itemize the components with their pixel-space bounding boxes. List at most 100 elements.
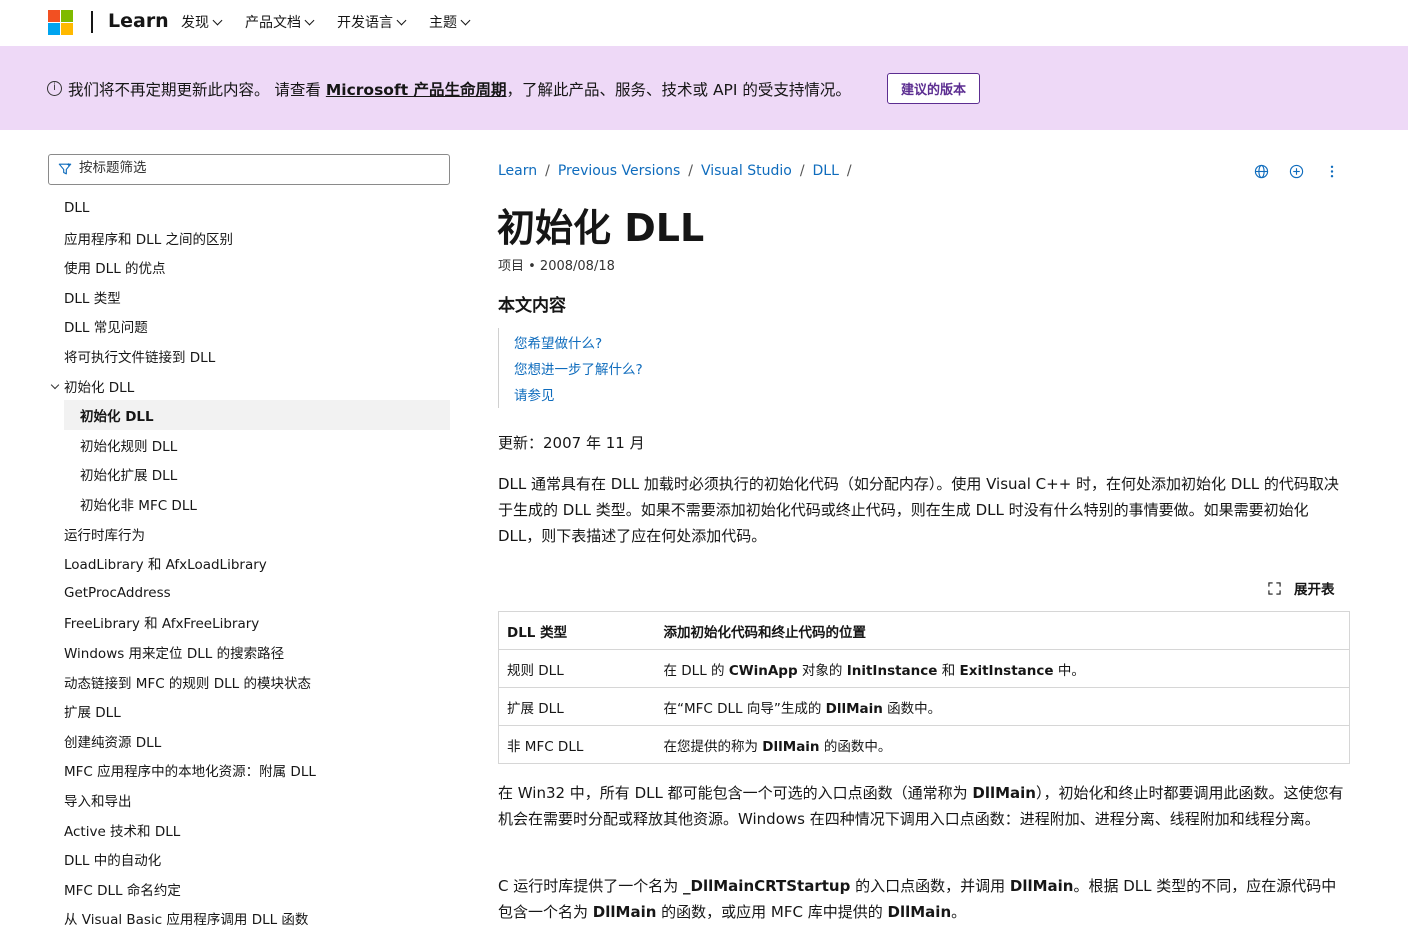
logo-square-blue xyxy=(48,23,60,35)
page-title: 初始化 DLL xyxy=(497,206,705,250)
chevron-down-icon xyxy=(460,15,471,25)
sidebar-item[interactable]: DLL xyxy=(48,193,450,223)
expand-icon xyxy=(1268,581,1281,595)
sidebar-item[interactable]: 将可执行文件链接到 DLL xyxy=(48,341,450,371)
sidebar-item[interactable]: 创建纯资源 DLL xyxy=(48,726,450,756)
breadcrumb-dll[interactable]: DLL xyxy=(813,163,839,179)
para-code: _DllMainCRTStartup xyxy=(683,877,851,895)
table-cell-type: 非 MFC DLL xyxy=(498,725,656,764)
more-icon[interactable] xyxy=(1325,164,1339,179)
table-cell-location: 在您提供的称为 DllMain 的函数中。 xyxy=(655,725,1350,764)
chevron-down-icon[interactable] xyxy=(50,380,60,389)
sidebar-item[interactable]: DLL 常见问题 xyxy=(48,311,450,341)
sidebar-item[interactable]: 导入和导出 xyxy=(48,785,450,815)
product-lifecycle-link[interactable]: Microsoft 产品生命周期 xyxy=(326,81,507,99)
chevron-down-icon xyxy=(396,15,407,25)
sidebar-item[interactable]: LoadLibrary 和 AfxLoadLibrary xyxy=(48,548,450,578)
cell-code: InitInstance xyxy=(846,662,938,679)
sidebar-item[interactable]: 从 Visual Basic 应用程序调用 DLL 函数 xyxy=(48,903,450,933)
column-header-dll-type: DLL 类型 xyxy=(498,611,656,650)
sidebar-item[interactable]: 使用 DLL 的优点 xyxy=(48,252,450,282)
sidebar-item[interactable]: 初始化 DLL xyxy=(48,371,450,401)
sidebar-item[interactable]: 初始化 DLL xyxy=(64,400,450,431)
globe-icon[interactable] xyxy=(1254,164,1269,179)
inpage-link-what-to-do[interactable]: 您希望做什么? xyxy=(514,332,602,352)
sidebar-item[interactable]: GetProcAddress xyxy=(48,578,450,608)
toc-filter-input[interactable] xyxy=(79,160,439,176)
logo-square-red xyxy=(48,10,60,22)
para-text: 。 xyxy=(951,903,967,921)
sidebar-item[interactable]: MFC DLL 命名约定 xyxy=(48,874,450,904)
expand-table-button[interactable]: 展开表 xyxy=(1268,578,1335,598)
article-meta: 项目 • 2008/08/18 xyxy=(498,259,615,274)
cell-text: 在 DLL 的 xyxy=(663,662,729,679)
chevron-down-icon xyxy=(212,15,223,25)
para-code: DllMain xyxy=(592,903,657,921)
table-cell-location: 在 DLL 的 CWinApp 对象的 InitInstance 和 ExitI… xyxy=(655,649,1350,688)
sidebar-item-label: 将可执行文件链接到 DLL xyxy=(64,350,216,366)
cell-text: 在“MFC DLL 向导”生成的 xyxy=(663,700,826,717)
expand-table-label: 展开表 xyxy=(1294,582,1335,598)
breadcrumb: Learn / Previous Versions / Visual Studio /… xyxy=(498,163,860,179)
sidebar-item[interactable]: DLL 中的自动化 xyxy=(48,844,450,874)
sidebar-item-label: FreeLibrary 和 AfxFreeLibrary xyxy=(64,616,260,633)
cell-text: 在您提供的称为 xyxy=(663,738,763,755)
breadcrumb-visual-studio[interactable]: Visual Studio xyxy=(701,163,792,179)
sidebar-item-label: 运行时库行为 xyxy=(64,527,145,544)
crt-paragraph: C 运行时库提供了一个名为 _DllMainCRTStartup 的入口点函数，… xyxy=(498,873,1348,925)
learn-brand-link[interactable]: Learn xyxy=(108,10,169,32)
sidebar-item-label: DLL 中的自动化 xyxy=(64,853,162,870)
cell-text: 和 xyxy=(937,662,960,679)
para-code: DllMain xyxy=(887,903,952,921)
nav-topics-dropdown[interactable]: 主题 xyxy=(429,12,471,32)
table-row: 规则 DLL 在 DLL 的 CWinApp 对象的 InitInstance … xyxy=(498,649,1350,688)
breadcrumb-separator: / xyxy=(688,163,693,179)
sidebar-item[interactable]: Active 技术和 DLL xyxy=(48,815,450,845)
sidebar-item-label: 扩展 DLL xyxy=(64,705,121,722)
sidebar-item[interactable]: DLL 类型 xyxy=(48,282,450,312)
sidebar-item[interactable]: 动态链接到 MFC 的规则 DLL 的模块状态 xyxy=(48,667,450,697)
cell-code: DllMain xyxy=(762,738,820,755)
recommended-version-button[interactable]: 建议的版本 xyxy=(887,73,980,104)
nav-topics-label: 主题 xyxy=(429,15,457,31)
add-circle-icon[interactable] xyxy=(1289,164,1304,179)
nav-product-docs-dropdown[interactable]: 产品文档 xyxy=(245,12,315,32)
sidebar-item[interactable]: 初始化非 MFC DLL xyxy=(48,489,450,519)
nav-dev-languages-dropdown[interactable]: 开发语言 xyxy=(337,12,407,32)
in-page-nav: 您希望做什么? 您想进一步了解什么? 请参见 xyxy=(498,328,643,408)
in-this-article-heading: 本文内容 xyxy=(498,296,566,316)
breadcrumb-separator: / xyxy=(799,163,805,179)
sidebar-item-label: 初始化扩展 DLL xyxy=(80,468,178,485)
sidebar-item[interactable]: 扩展 DLL xyxy=(48,696,450,726)
inpage-link-see-also[interactable]: 请参见 xyxy=(514,384,555,404)
nav-dev-languages-label: 开发语言 xyxy=(337,15,393,31)
sidebar-item[interactable]: FreeLibrary 和 AfxFreeLibrary xyxy=(48,607,450,637)
para-text: 在 Win32 中，所有 DLL 都可能包含一个可选的入口点函数（通常称为 xyxy=(498,784,973,802)
sidebar-item[interactable]: 应用程序和 DLL 之间的区别 xyxy=(48,223,450,253)
updated-date: 更新：2007 年 11 月 xyxy=(498,434,645,452)
sidebar-item-label: 创建纯资源 DLL xyxy=(64,734,162,751)
table-cell-type: 规则 DLL xyxy=(498,649,656,688)
breadcrumb-learn[interactable]: Learn xyxy=(498,163,537,179)
cell-text: 函数中。 xyxy=(882,700,942,717)
nav-product-docs-label: 产品文档 xyxy=(245,15,301,31)
nav-discover-dropdown[interactable]: 发现 xyxy=(181,12,223,32)
sidebar-item-label: 使用 DLL 的优点 xyxy=(64,261,166,278)
sidebar-item-label: 导入和导出 xyxy=(64,794,132,810)
sidebar-item[interactable]: 运行时库行为 xyxy=(48,519,450,549)
breadcrumb-previous-versions[interactable]: Previous Versions xyxy=(558,163,680,179)
table-row: 非 MFC DLL 在您提供的称为 DllMain 的函数中。 xyxy=(498,725,1350,764)
sidebar-item[interactable]: 初始化规则 DLL xyxy=(48,430,450,460)
banner-message: 我们将不再定期更新此内容。 请查看 Microsoft 产品生命周期，了解此产品… xyxy=(68,78,851,100)
cell-text: 对象的 xyxy=(797,662,847,679)
inpage-link-learn-more[interactable]: 您想进一步了解什么? xyxy=(514,358,643,378)
sidebar-item-label: Active 技术和 DLL xyxy=(64,823,181,840)
sidebar-item[interactable]: Windows 用来定位 DLL 的搜索路径 xyxy=(48,637,450,667)
microsoft-logo-icon[interactable] xyxy=(48,10,73,35)
top-nav-menu: 发现 产品文档 开发语言 主题 xyxy=(181,12,493,32)
sidebar-item[interactable]: MFC 应用程序中的本地化资源：附属 DLL xyxy=(48,755,450,785)
cell-code: ExitInstance xyxy=(959,662,1054,679)
breadcrumb-separator: / xyxy=(545,163,550,179)
table-row: 扩展 DLL 在“MFC DLL 向导”生成的 DllMain 函数中。 xyxy=(498,687,1350,726)
sidebar-item[interactable]: 初始化扩展 DLL xyxy=(48,459,450,489)
